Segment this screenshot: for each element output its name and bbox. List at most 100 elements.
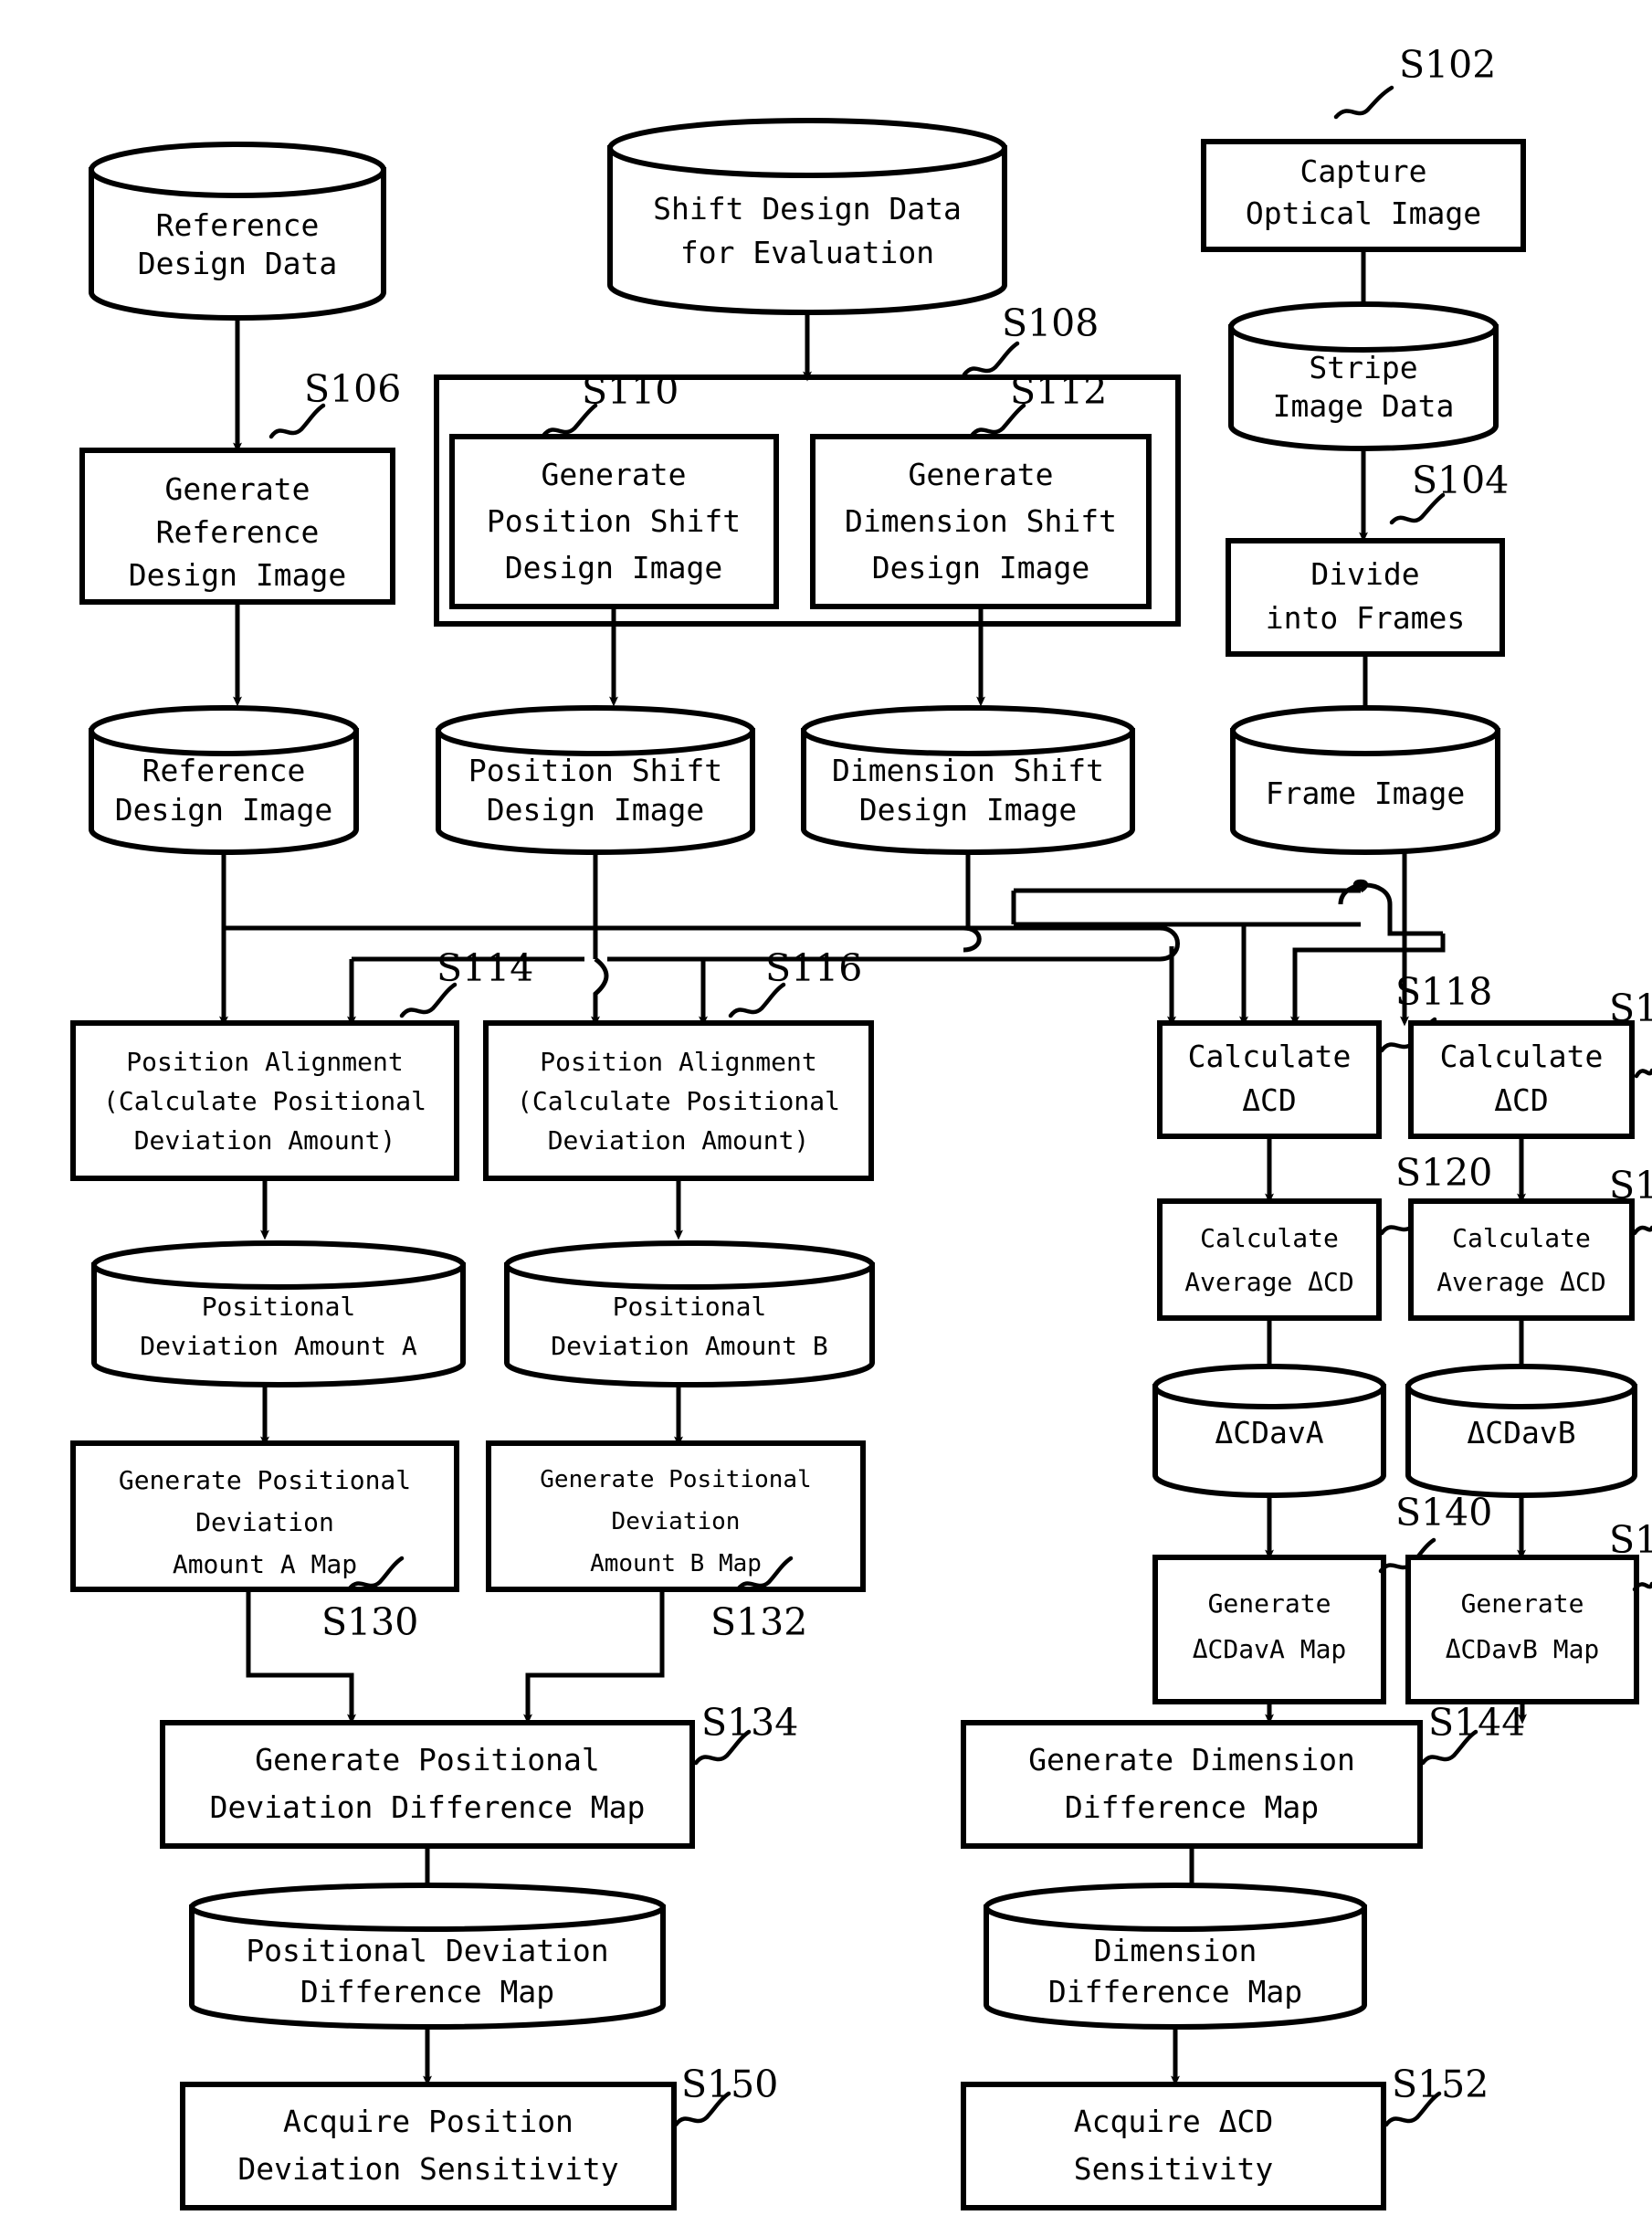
node-label-line1: Generate (1208, 1588, 1331, 1619)
node-label-line2: Optical Image (1246, 195, 1481, 231)
node-generate-dcdavb-map: Generate ΔCDavB Map (1405, 1555, 1639, 1704)
node-generate-positional-deviation-amount-b-map: Generate Positional Deviation Amount B M… (486, 1440, 866, 1592)
step-label-s108: S108 (1002, 301, 1099, 345)
step-label-s118: S118 (1395, 970, 1492, 1014)
step-label-s132: S132 (710, 1600, 807, 1644)
node-label-line1: Capture (1300, 153, 1426, 189)
node-label-line1: Generate Positional (119, 1465, 411, 1495)
node-acquire-position-deviation-sensitivity: Acquire Position Deviation Sensitivity (180, 2082, 677, 2210)
node-label-line1: ΔCDavB (1467, 1415, 1575, 1451)
node-divide-into-frames: Divide into Frames (1226, 538, 1505, 657)
node-label-line1: Generate (165, 471, 310, 507)
node-label-line2: Design Image (487, 792, 704, 828)
node-label-line2: Deviation Difference Map (210, 1789, 646, 1825)
node-label-line1: Dimension Shift (832, 753, 1104, 788)
node-label-line1: Position Shift (468, 753, 722, 788)
node-label-line2: (Calculate Positional (517, 1086, 840, 1116)
step-label-s106: S106 (304, 367, 401, 411)
flowchart-svg: Reference Design Data Shift Design Data … (0, 0, 1652, 2226)
step-label-s112: S112 (1010, 369, 1107, 413)
node-label-line1: Position Alignment (126, 1047, 403, 1077)
step-label-s116: S116 (765, 946, 862, 990)
node-positional-deviation-amount-a: Positional Deviation Amount A (91, 1240, 466, 1387)
node-generate-dcdava-map: Generate ΔCDavA Map (1152, 1555, 1386, 1704)
node-label-line2: (Calculate Positional (103, 1086, 426, 1116)
node-label-line2: Deviation (195, 1507, 334, 1537)
node-label-line2: ΔCD (1242, 1082, 1297, 1118)
step-label-s124: S124 (1609, 1164, 1652, 1208)
node-label-line2: Difference Map (300, 1974, 554, 2010)
node-label-line1: Positional Deviation (246, 1933, 608, 1968)
node-label-line1: Stripe (1309, 350, 1417, 385)
node-label-line1: Frame Image (1266, 775, 1466, 811)
node-label-line1: Acquire ΔCD (1074, 2104, 1274, 2139)
node-acquire-dcd-sensitivity: Acquire ΔCD Sensitivity (961, 2082, 1386, 2210)
node-capture-optical-image: Capture Optical Image (1201, 139, 1526, 252)
node-label-line1: Divide (1310, 556, 1419, 592)
node-generate-positional-deviation-difference-map: Generate Positional Deviation Difference… (160, 1720, 695, 1849)
node-label-line1: Generate (542, 457, 687, 492)
node-label-line1: Calculate (1452, 1223, 1591, 1253)
node-position-shift-design-image: Position Shift Design Image (436, 705, 755, 855)
node-label-line1: Generate Dimension (1028, 1742, 1355, 1778)
node-calculate-average-dcd-b: Calculate Average ΔCD (1408, 1198, 1635, 1321)
node-label-line2: Deviation (612, 1508, 741, 1535)
step-label-s130: S130 (321, 1600, 418, 1644)
node-label-line2: for Evaluation (680, 235, 934, 270)
node-dcdavb: ΔCDavB (1405, 1364, 1637, 1498)
node-frame-image: Frame Image (1230, 705, 1500, 855)
node-dimension-difference-map: Dimension Difference Map (984, 1883, 1367, 2030)
flowchart-canvas: Reference Design Data Shift Design Data … (0, 0, 1652, 2226)
node-generate-dimension-shift-design-image: Generate Dimension Shift Design Image (810, 434, 1152, 609)
node-label-line1: Calculate (1188, 1039, 1352, 1074)
node-label-line1: Shift Design Data (653, 191, 962, 227)
step-label-s104: S104 (1412, 459, 1509, 502)
step-label-s114: S114 (437, 946, 533, 990)
node-position-alignment-b: Position Alignment (Calculate Positional… (483, 1020, 874, 1181)
node-label-line2: ΔCD (1494, 1082, 1549, 1118)
step-label-s152: S152 (1392, 2062, 1489, 2106)
node-label-line1: Calculate (1440, 1039, 1604, 1074)
node-label-line1: Positional (202, 1292, 356, 1322)
node-label-line2: Image Data (1273, 388, 1455, 424)
node-label-line2: Design Image (859, 792, 1077, 828)
step-label-s122: S122 (1609, 986, 1652, 1030)
node-label-line1: Acquire Position (283, 2104, 573, 2139)
node-label-line1: Generate (909, 457, 1054, 492)
node-label-line2: Dimension Shift (845, 503, 1117, 539)
node-reference-design-data: Reference Design Data (89, 142, 386, 321)
node-calculate-average-dcd-a: Calculate Average ΔCD (1157, 1198, 1382, 1321)
node-label-line1: ΔCDavA (1215, 1415, 1323, 1451)
step-label-s140: S140 (1395, 1491, 1492, 1535)
node-reference-design-image: Reference Design Image (89, 705, 359, 855)
node-label-line1: Reference (156, 207, 320, 243)
node-label-line2: Design Data (138, 246, 338, 281)
node-positional-deviation-amount-b: Positional Deviation Amount B (504, 1240, 875, 1387)
node-positional-deviation-difference-map: Positional Deviation Difference Map (189, 1883, 666, 2030)
node-label-line2: Reference (156, 514, 320, 550)
node-label-line2: ΔCDavA Map (1193, 1634, 1347, 1664)
node-label-line3: Amount A Map (173, 1549, 357, 1579)
node-label-line1: Positional (613, 1292, 767, 1322)
node-generate-position-shift-design-image: Generate Position Shift Design Image (449, 434, 779, 609)
node-label-line2: Average ΔCD (1436, 1267, 1605, 1297)
node-label-line2: ΔCDavB Map (1446, 1634, 1600, 1664)
node-generate-dimension-difference-map: Generate Dimension Difference Map (961, 1720, 1423, 1849)
node-label-line3: Deviation Amount) (134, 1125, 396, 1155)
node-label-line1: Generate Positional (255, 1742, 600, 1778)
node-shift-design-data: Shift Design Data for Evaluation (607, 118, 1007, 315)
node-label-line2: Sensitivity (1074, 2151, 1274, 2187)
node-label-line2: Difference Map (1048, 1974, 1302, 2010)
node-label-line1: Generate (1461, 1588, 1584, 1619)
node-label-line1: Dimension (1094, 1933, 1257, 1968)
node-label-line3: Design Image (505, 550, 722, 586)
step-label-s144: S144 (1428, 1701, 1525, 1745)
node-label-line3: Deviation Amount) (548, 1125, 810, 1155)
node-calculate-dcd-b: Calculate ΔCD (1408, 1020, 1635, 1139)
node-dimension-shift-design-image: Dimension Shift Design Image (801, 705, 1135, 855)
node-label-line1: Generate Positional (540, 1466, 811, 1493)
node-position-alignment-a: Position Alignment (Calculate Positional… (70, 1020, 459, 1181)
node-label-line3: Amount B Map (590, 1550, 762, 1577)
node-dcdava: ΔCDavA (1152, 1364, 1386, 1498)
node-label-line2: Position Shift (487, 503, 741, 539)
